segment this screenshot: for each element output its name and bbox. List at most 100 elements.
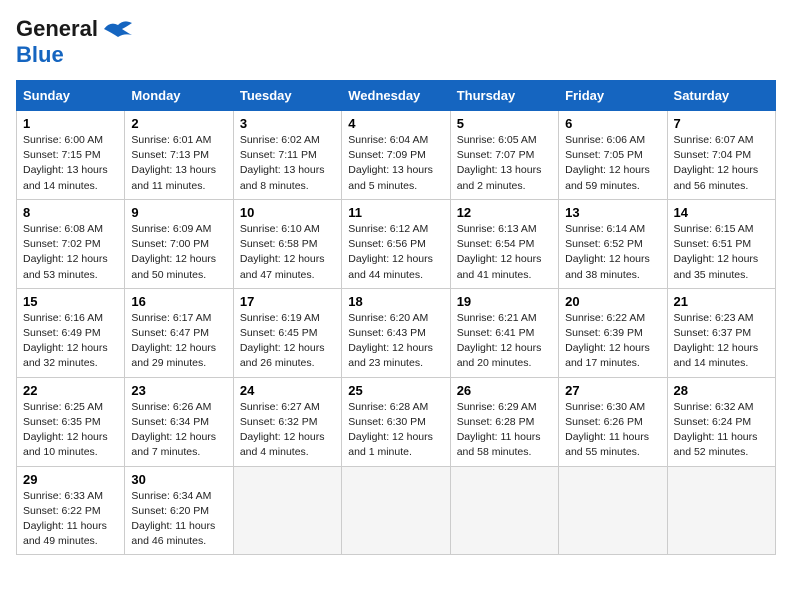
day-number: 8 bbox=[23, 205, 118, 220]
day-info: Sunrise: 6:26 AM Sunset: 6:34 PM Dayligh… bbox=[131, 400, 226, 461]
day-info: Sunrise: 6:20 AM Sunset: 6:43 PM Dayligh… bbox=[348, 311, 443, 372]
calendar-day-cell: 16 Sunrise: 6:17 AM Sunset: 6:47 PM Dayli… bbox=[125, 288, 233, 377]
day-number: 19 bbox=[457, 294, 552, 309]
weekday-header-friday: Friday bbox=[559, 81, 667, 111]
calendar-day-cell: 25Sunrise: 6:28 AM Sunset: 6:30 PM Dayli… bbox=[342, 377, 450, 466]
day-info: Sunrise: 6:34 AM Sunset: 6:20 PM Dayligh… bbox=[131, 489, 226, 550]
calendar-day-cell: 9 Sunrise: 6:09 AM Sunset: 7:00 PM Daylig… bbox=[125, 199, 233, 288]
day-number: 10 bbox=[240, 205, 335, 220]
day-number: 6 bbox=[565, 116, 660, 131]
calendar-day-cell: 19 Sunrise: 6:21 AM Sunset: 6:41 PM Dayli… bbox=[450, 288, 558, 377]
day-info: Sunrise: 6:21 AM Sunset: 6:41 PM Dayligh… bbox=[457, 311, 552, 372]
day-info: Sunrise: 6:17 AM Sunset: 6:47 PM Dayligh… bbox=[131, 311, 226, 372]
day-info: Sunrise: 6:06 AM Sunset: 7:05 PM Dayligh… bbox=[565, 133, 660, 194]
day-info: Sunrise: 6:08 AM Sunset: 7:02 PM Dayligh… bbox=[23, 222, 118, 283]
day-info: Sunrise: 6:28 AM Sunset: 6:30 PM Dayligh… bbox=[348, 400, 443, 461]
weekday-header-saturday: Saturday bbox=[667, 81, 775, 111]
day-number: 17 bbox=[240, 294, 335, 309]
weekday-header-tuesday: Tuesday bbox=[233, 81, 341, 111]
calendar-day-cell bbox=[342, 466, 450, 555]
calendar-week-row: 22Sunrise: 6:25 AM Sunset: 6:35 PM Dayli… bbox=[17, 377, 776, 466]
day-number: 3 bbox=[240, 116, 335, 131]
day-info: Sunrise: 6:07 AM Sunset: 7:04 PM Dayligh… bbox=[674, 133, 769, 194]
day-number: 24 bbox=[240, 383, 335, 398]
day-info: Sunrise: 6:13 AM Sunset: 6:54 PM Dayligh… bbox=[457, 222, 552, 283]
page-header: General Blue bbox=[16, 16, 776, 68]
logo-blue-text: Blue bbox=[16, 42, 64, 67]
weekday-header-row: SundayMondayTuesdayWednesdayThursdayFrid… bbox=[17, 81, 776, 111]
calendar-day-cell: 21 Sunrise: 6:23 AM Sunset: 6:37 PM Dayli… bbox=[667, 288, 775, 377]
weekday-header-monday: Monday bbox=[125, 81, 233, 111]
calendar-day-cell: 4Sunrise: 6:04 AM Sunset: 7:09 PM Daylig… bbox=[342, 111, 450, 200]
calendar-day-cell: 8 Sunrise: 6:08 AM Sunset: 7:02 PM Daylig… bbox=[17, 199, 125, 288]
day-number: 23 bbox=[131, 383, 226, 398]
calendar-day-cell: 7 Sunrise: 6:07 AM Sunset: 7:04 PM Daylig… bbox=[667, 111, 775, 200]
day-info: Sunrise: 6:30 AM Sunset: 6:26 PM Dayligh… bbox=[565, 400, 660, 461]
calendar-day-cell bbox=[667, 466, 775, 555]
day-info: Sunrise: 6:29 AM Sunset: 6:28 PM Dayligh… bbox=[457, 400, 552, 461]
day-info: Sunrise: 6:09 AM Sunset: 7:00 PM Dayligh… bbox=[131, 222, 226, 283]
day-info: Sunrise: 6:32 AM Sunset: 6:24 PM Dayligh… bbox=[674, 400, 769, 461]
day-number: 16 bbox=[131, 294, 226, 309]
day-number: 4 bbox=[348, 116, 443, 131]
calendar-day-cell: 14 Sunrise: 6:15 AM Sunset: 6:51 PM Dayli… bbox=[667, 199, 775, 288]
calendar-day-cell: 10 Sunrise: 6:10 AM Sunset: 6:58 PM Dayli… bbox=[233, 199, 341, 288]
calendar-day-cell: 23 Sunrise: 6:26 AM Sunset: 6:34 PM Dayli… bbox=[125, 377, 233, 466]
day-info: Sunrise: 6:10 AM Sunset: 6:58 PM Dayligh… bbox=[240, 222, 335, 283]
logo: General Blue bbox=[16, 16, 134, 68]
day-info: Sunrise: 6:22 AM Sunset: 6:39 PM Dayligh… bbox=[565, 311, 660, 372]
calendar-day-cell: 12 Sunrise: 6:13 AM Sunset: 6:54 PM Dayli… bbox=[450, 199, 558, 288]
day-info: Sunrise: 6:12 AM Sunset: 6:56 PM Dayligh… bbox=[348, 222, 443, 283]
calendar-day-cell: 22Sunrise: 6:25 AM Sunset: 6:35 PM Dayli… bbox=[17, 377, 125, 466]
day-number: 27 bbox=[565, 383, 660, 398]
calendar-day-cell: 3 Sunrise: 6:02 AM Sunset: 7:11 PM Daylig… bbox=[233, 111, 341, 200]
calendar-day-cell: 24 Sunrise: 6:27 AM Sunset: 6:32 PM Dayli… bbox=[233, 377, 341, 466]
calendar-day-cell: 26 Sunrise: 6:29 AM Sunset: 6:28 PM Dayli… bbox=[450, 377, 558, 466]
day-number: 7 bbox=[674, 116, 769, 131]
day-number: 13 bbox=[565, 205, 660, 220]
day-info: Sunrise: 6:19 AM Sunset: 6:45 PM Dayligh… bbox=[240, 311, 335, 372]
day-number: 30 bbox=[131, 472, 226, 487]
calendar-table: SundayMondayTuesdayWednesdayThursdayFrid… bbox=[16, 80, 776, 555]
calendar-day-cell bbox=[233, 466, 341, 555]
day-number: 12 bbox=[457, 205, 552, 220]
day-info: Sunrise: 6:27 AM Sunset: 6:32 PM Dayligh… bbox=[240, 400, 335, 461]
logo-text: General bbox=[16, 16, 98, 42]
day-info: Sunrise: 6:02 AM Sunset: 7:11 PM Dayligh… bbox=[240, 133, 335, 194]
day-number: 21 bbox=[674, 294, 769, 309]
day-number: 20 bbox=[565, 294, 660, 309]
calendar-day-cell: 1 Sunrise: 6:00 AM Sunset: 7:15 PM Daylig… bbox=[17, 111, 125, 200]
calendar-day-cell: 30 Sunrise: 6:34 AM Sunset: 6:20 PM Dayli… bbox=[125, 466, 233, 555]
day-info: Sunrise: 6:00 AM Sunset: 7:15 PM Dayligh… bbox=[23, 133, 118, 194]
day-number: 9 bbox=[131, 205, 226, 220]
day-number: 5 bbox=[457, 116, 552, 131]
day-number: 22 bbox=[23, 383, 118, 398]
day-number: 1 bbox=[23, 116, 118, 131]
day-info: Sunrise: 6:23 AM Sunset: 6:37 PM Dayligh… bbox=[674, 311, 769, 372]
calendar-week-row: 29 Sunrise: 6:33 AM Sunset: 6:22 PM Dayli… bbox=[17, 466, 776, 555]
logo-bird-icon bbox=[102, 19, 134, 39]
day-number: 29 bbox=[23, 472, 118, 487]
day-number: 18 bbox=[348, 294, 443, 309]
day-number: 14 bbox=[674, 205, 769, 220]
calendar-week-row: 15Sunrise: 6:16 AM Sunset: 6:49 PM Dayli… bbox=[17, 288, 776, 377]
calendar-day-cell bbox=[450, 466, 558, 555]
calendar-day-cell: 27 Sunrise: 6:30 AM Sunset: 6:26 PM Dayli… bbox=[559, 377, 667, 466]
day-number: 28 bbox=[674, 383, 769, 398]
calendar-day-cell: 29 Sunrise: 6:33 AM Sunset: 6:22 PM Dayli… bbox=[17, 466, 125, 555]
day-info: Sunrise: 6:33 AM Sunset: 6:22 PM Dayligh… bbox=[23, 489, 118, 550]
day-info: Sunrise: 6:01 AM Sunset: 7:13 PM Dayligh… bbox=[131, 133, 226, 194]
calendar-day-cell: 18 Sunrise: 6:20 AM Sunset: 6:43 PM Dayli… bbox=[342, 288, 450, 377]
calendar-day-cell: 28 Sunrise: 6:32 AM Sunset: 6:24 PM Dayli… bbox=[667, 377, 775, 466]
calendar-day-cell: 5 Sunrise: 6:05 AM Sunset: 7:07 PM Daylig… bbox=[450, 111, 558, 200]
day-info: Sunrise: 6:05 AM Sunset: 7:07 PM Dayligh… bbox=[457, 133, 552, 194]
weekday-header-sunday: Sunday bbox=[17, 81, 125, 111]
day-number: 26 bbox=[457, 383, 552, 398]
calendar-day-cell bbox=[559, 466, 667, 555]
calendar-day-cell: 11Sunrise: 6:12 AM Sunset: 6:56 PM Dayli… bbox=[342, 199, 450, 288]
day-number: 15 bbox=[23, 294, 118, 309]
weekday-header-thursday: Thursday bbox=[450, 81, 558, 111]
calendar-week-row: 1 Sunrise: 6:00 AM Sunset: 7:15 PM Daylig… bbox=[17, 111, 776, 200]
day-info: Sunrise: 6:15 AM Sunset: 6:51 PM Dayligh… bbox=[674, 222, 769, 283]
calendar-day-cell: 2Sunrise: 6:01 AM Sunset: 7:13 PM Daylig… bbox=[125, 111, 233, 200]
